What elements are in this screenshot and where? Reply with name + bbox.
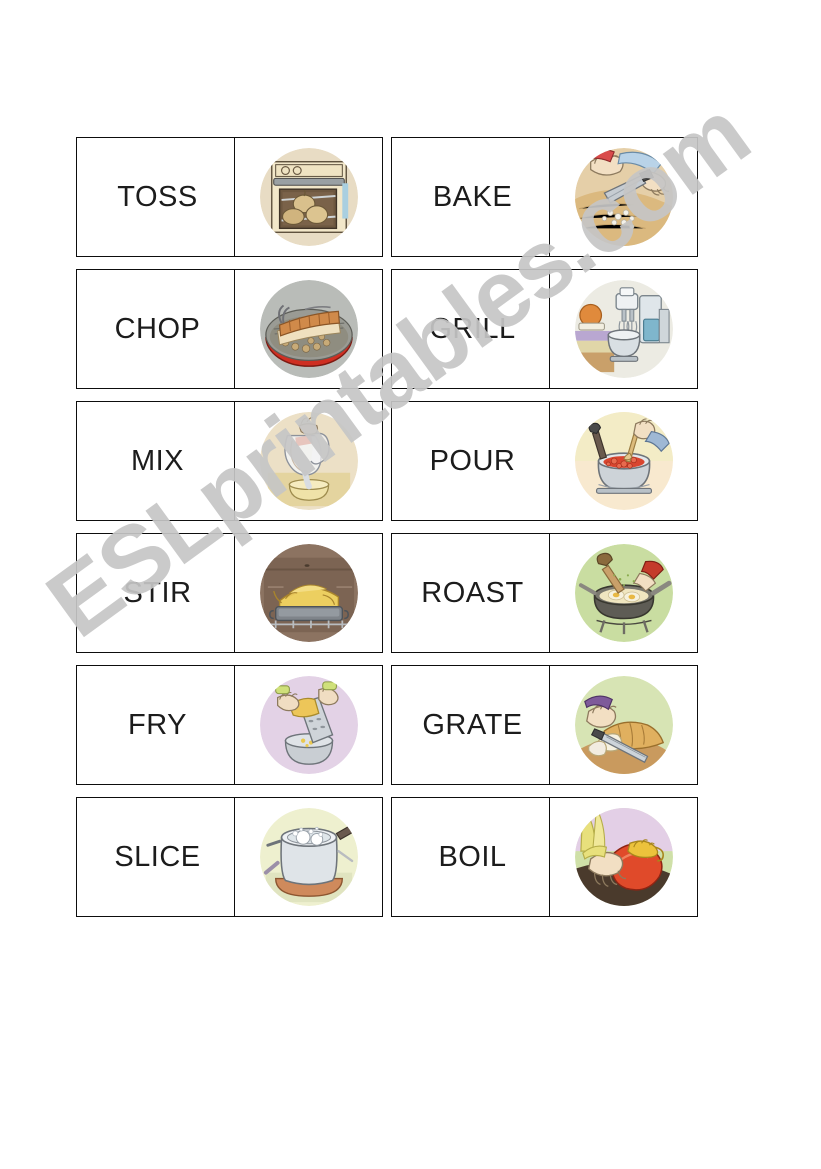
electric-mixer-bowl-illustration: [574, 280, 673, 378]
word-cell: GRILL: [392, 270, 550, 388]
word-cell: ROAST: [392, 534, 550, 652]
word-cell: SLICE: [77, 798, 235, 916]
card-word-label: BAKE: [432, 180, 513, 213]
domino-card-fry[interactable]: FRY: [76, 665, 383, 785]
domino-card-bake[interactable]: BAKE: [391, 137, 698, 257]
picture-cell: [550, 402, 697, 520]
word-cell: STIR: [77, 534, 235, 652]
picture-cell: [235, 798, 382, 916]
word-cell: BAKE: [392, 138, 550, 256]
picture-cell: [550, 270, 697, 388]
slicing-bread-loaf-illustration: [574, 676, 673, 774]
left-column: TOSS CHOP MIX STIR FRY SLICE: [76, 137, 383, 917]
domino-card-mix[interactable]: MIX: [76, 401, 383, 521]
word-cell: POUR: [392, 402, 550, 520]
card-word-label: FRY: [128, 708, 187, 741]
domino-card-toss[interactable]: TOSS: [76, 137, 383, 257]
oven-with-baked-potatoes-illustration: [259, 148, 358, 246]
roast-chicken-in-oven-illustration: [259, 544, 358, 642]
stirring-tomato-sauce-pot-illustration: [574, 412, 673, 510]
card-word-label: TOSS: [117, 180, 198, 213]
card-word-label: BOIL: [438, 840, 507, 873]
card-word-label: ROAST: [421, 576, 524, 609]
pouring-jug-into-bowl-illustration: [259, 412, 358, 510]
picture-cell: [235, 270, 382, 388]
picture-cell: [550, 666, 697, 784]
word-cell: MIX: [77, 402, 235, 520]
word-cell: FRY: [77, 666, 235, 784]
domino-card-grill[interactable]: GRILL: [391, 269, 698, 389]
picture-cell: [235, 402, 382, 520]
domino-card-slice[interactable]: SLICE: [76, 797, 383, 917]
picture-cell: [235, 534, 382, 652]
picture-cell: [235, 138, 382, 256]
word-cell: TOSS: [77, 138, 235, 256]
domino-card-grate[interactable]: GRATE: [391, 665, 698, 785]
card-word-label: GRATE: [422, 708, 523, 741]
chopping-onion-with-knife-illustration: [574, 148, 673, 246]
word-cell: GRATE: [392, 666, 550, 784]
picture-cell: [235, 666, 382, 784]
card-word-label: POUR: [429, 444, 516, 477]
grating-cheese-into-bowl-illustration: [259, 676, 358, 774]
card-word-label: STIR: [123, 576, 192, 609]
domino-card-boil[interactable]: BOIL: [391, 797, 698, 917]
barbecue-grill-with-steak-illustration: [259, 280, 358, 378]
card-word-label: MIX: [130, 444, 185, 477]
domino-card-chop[interactable]: CHOP: [76, 269, 383, 389]
frying-eggs-in-pan-illustration: [574, 544, 673, 642]
word-cell: BOIL: [392, 798, 550, 916]
card-word-label: SLICE: [114, 840, 201, 873]
squeezing-orange-juicer-illustration: [574, 808, 673, 906]
picture-cell: [550, 534, 697, 652]
card-word-label: CHOP: [114, 312, 201, 345]
boiling-pot-on-stove-illustration: [259, 808, 358, 906]
word-cell: CHOP: [77, 270, 235, 388]
domino-card-roast[interactable]: ROAST: [391, 533, 698, 653]
domino-card-sheet: TOSS CHOP MIX STIR FRY SLICE BAKE GRILL …: [76, 137, 698, 929]
picture-cell: [550, 138, 697, 256]
picture-cell: [550, 798, 697, 916]
domino-card-stir[interactable]: STIR: [76, 533, 383, 653]
right-column: BAKE GRILL POUR ROAST GRATE BOIL: [391, 137, 698, 917]
domino-card-pour[interactable]: POUR: [391, 401, 698, 521]
card-word-label: GRILL: [429, 312, 516, 345]
